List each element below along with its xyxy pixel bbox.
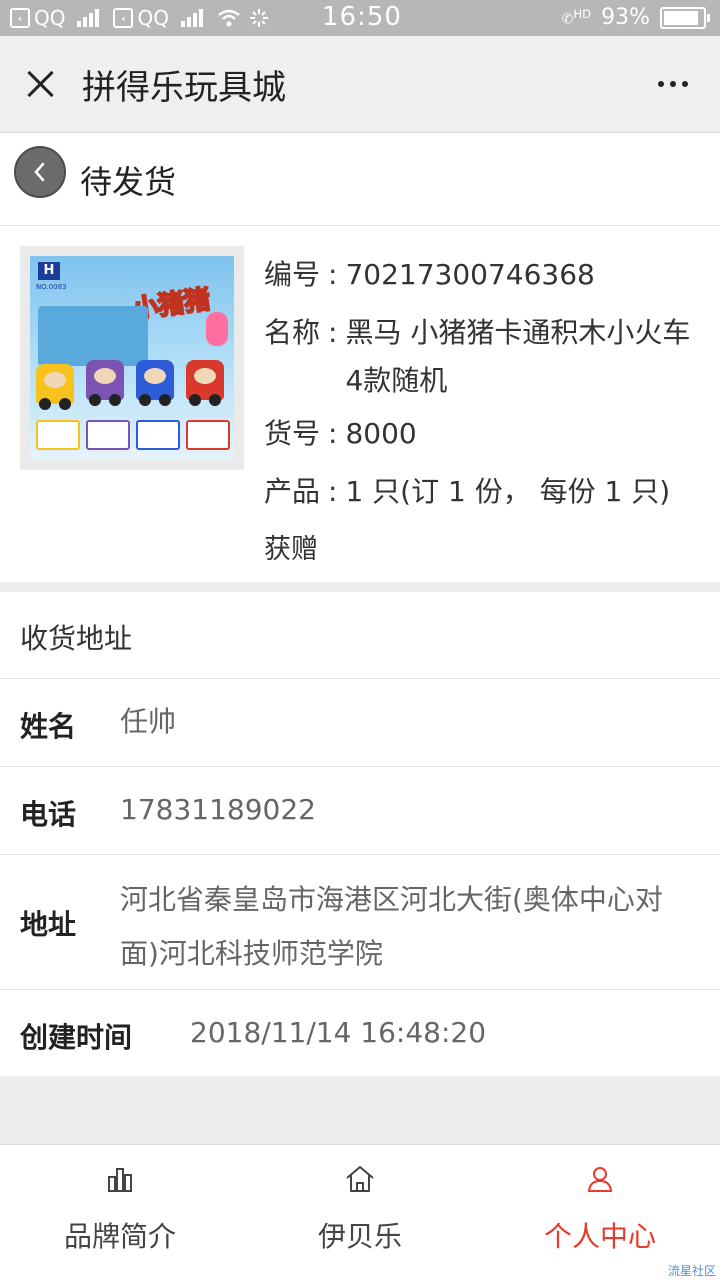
recipient-name-value: 任帅 xyxy=(120,705,177,738)
product-name-value: 黑马 小猪猪卡通积木小火车4款随机 xyxy=(345,316,691,397)
watermark: 流星社区 xyxy=(667,1264,716,1278)
bottom-navigation: 品牌简介 伊贝乐 个人中心 流星社区 xyxy=(0,1144,720,1281)
product-code-value: 70217300746368 xyxy=(345,258,595,291)
clock: 16:50 xyxy=(322,2,402,32)
product-sku-row: 货号 : 8000 xyxy=(264,405,704,463)
page-title: 待发货 xyxy=(80,163,177,201)
qq-icon: ‹ xyxy=(10,8,30,28)
train-toy xyxy=(36,364,74,410)
phone-label: 电话 xyxy=(20,798,77,831)
bar-chart-icon xyxy=(108,1168,132,1192)
nav-label: 伊贝乐 xyxy=(317,1220,402,1253)
mini-box xyxy=(136,420,180,450)
brand-logo: H xyxy=(38,262,60,280)
created-time-row: 创建时间 2018/11/14 16:48:20 xyxy=(0,990,720,1076)
product-name-row: 名称 : 黑马 小猪猪卡通积木小火车4款随机 xyxy=(264,304,704,405)
recipient-name-label: 姓名 xyxy=(20,710,77,743)
recipient-name-row: 姓名 任帅 xyxy=(0,679,720,767)
qq-label-1: QQ xyxy=(34,6,66,30)
page-header: 待发货 xyxy=(0,133,720,226)
more-options-button[interactable] xyxy=(648,66,698,102)
nav-label: 个人中心 xyxy=(543,1220,656,1253)
address-value: 河北省秦皇岛市海港区河北大街(奥体中心对面)河北科技师范学院 xyxy=(120,883,663,970)
status-left: ‹ QQ ‹ QQ xyxy=(10,6,269,30)
created-time-label: 创建时间 xyxy=(20,1021,133,1054)
qq-notification-2: ‹ QQ xyxy=(113,6,169,30)
product-number-text: NO.0083 xyxy=(36,283,67,291)
mini-box xyxy=(36,420,80,450)
product-qty-row: 产品 : 1 只(订 1 份， 每份 1 只) xyxy=(264,463,704,521)
created-time-value: 2018/11/14 16:48:20 xyxy=(190,1016,487,1049)
close-button[interactable] xyxy=(20,64,60,104)
loading-icon xyxy=(249,9,268,27)
phone-row: 电话 17831189022 xyxy=(0,767,720,855)
nav-profile[interactable]: 个人中心 xyxy=(480,1145,720,1281)
address-section-header: 收货地址 xyxy=(0,592,720,679)
back-button[interactable] xyxy=(14,146,66,198)
product-sku-label: 货号 xyxy=(264,417,321,450)
status-bar: ‹ QQ ‹ QQ 16:50 ✆HD 93% xyxy=(0,0,720,36)
package-box xyxy=(38,306,148,366)
product-sku-value: 8000 xyxy=(345,417,417,450)
dot-icon xyxy=(670,81,676,87)
qq-label-2: QQ xyxy=(137,6,169,30)
qq-notification-1: ‹ QQ xyxy=(10,6,65,30)
call-hd-icon: ✆HD xyxy=(561,7,592,28)
app-title: 拼得乐玩具城 xyxy=(82,68,286,108)
battery-icon xyxy=(660,6,710,29)
product-qty-value: 1 只(订 1 份， 每份 1 只) xyxy=(345,475,671,508)
qq-icon: ‹ xyxy=(113,8,134,28)
battery-percent: 93% xyxy=(601,5,650,30)
signal-icon xyxy=(77,9,100,27)
product-card: H NO.0083 小猪猪 编号 : 70217300746368 名称 : 黑… xyxy=(0,226,720,582)
pig-character xyxy=(206,312,228,346)
dot-icon xyxy=(682,81,688,87)
product-qty-label: 产品 xyxy=(264,475,321,508)
chevron-left-icon xyxy=(34,162,45,182)
bottom-spacer xyxy=(0,1076,720,1144)
address-label: 地址 xyxy=(20,908,77,941)
nav-label: 品牌简介 xyxy=(63,1220,176,1253)
nav-home[interactable]: 伊贝乐 xyxy=(240,1145,480,1281)
mini-box xyxy=(186,420,230,450)
home-icon xyxy=(346,1166,374,1192)
status-right: ✆HD 93% xyxy=(561,5,710,30)
train-toy xyxy=(136,360,174,406)
train-toy xyxy=(186,360,224,406)
address-row: 地址 河北省秦皇岛市海港区河北大街(奥体中心对面)河北科技师范学院 xyxy=(0,855,720,990)
app-title-bar: 拼得乐玩具城 xyxy=(0,36,720,133)
user-icon xyxy=(587,1167,613,1192)
nav-brand-intro[interactable]: 品牌简介 xyxy=(0,1145,240,1281)
dot-icon xyxy=(658,81,664,87)
product-code-label: 编号 xyxy=(264,258,321,291)
product-image[interactable]: H NO.0083 小猪猪 xyxy=(20,246,244,470)
product-info: 编号 : 70217300746368 名称 : 黑马 小猪猪卡通积木小火车4款… xyxy=(264,246,704,579)
address-section-title: 收货地址 xyxy=(20,622,133,655)
train-toy xyxy=(86,360,124,406)
product-name-label: 名称 xyxy=(264,316,321,349)
signal-icon xyxy=(180,9,203,27)
gift-label: 获赠 xyxy=(264,534,318,565)
phone-value[interactable]: 17831189022 xyxy=(120,783,700,837)
wifi-icon xyxy=(218,9,240,27)
mini-box xyxy=(86,420,130,450)
product-code-row: 编号 : 70217300746368 xyxy=(264,246,704,304)
product-picture: H NO.0083 小猪猪 xyxy=(30,256,234,460)
